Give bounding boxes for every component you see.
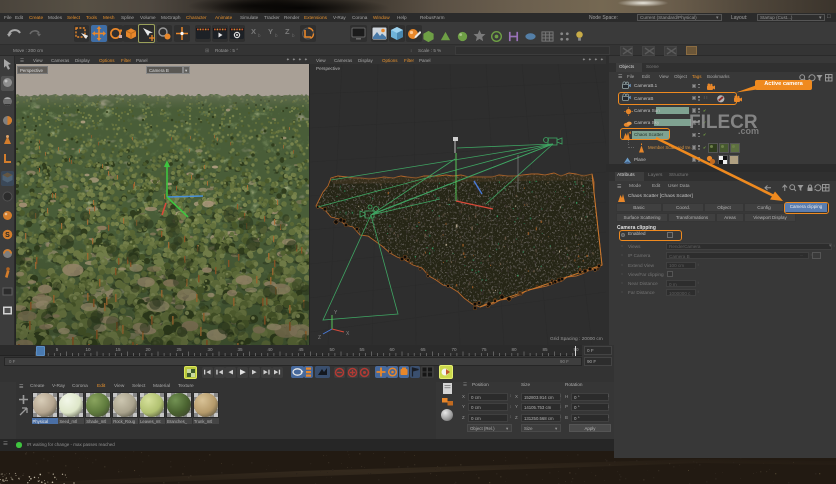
svg-text:S: S (5, 232, 10, 239)
